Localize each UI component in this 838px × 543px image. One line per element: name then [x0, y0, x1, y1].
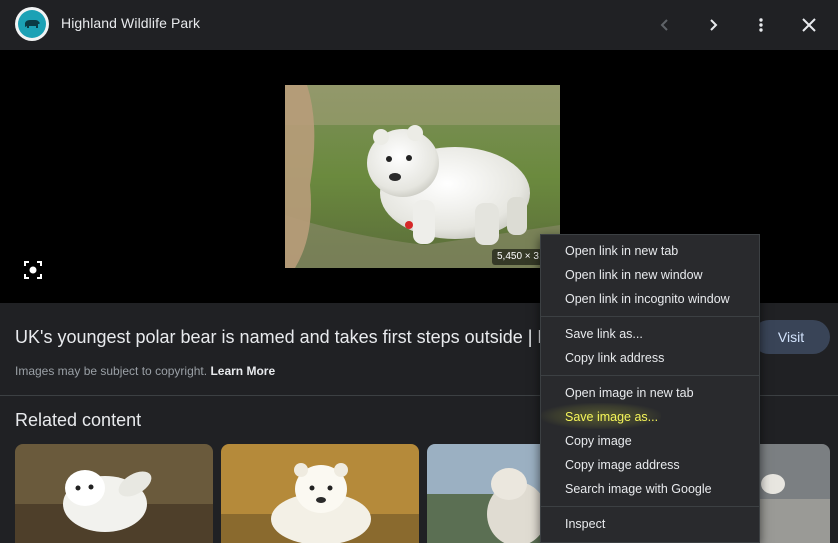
bear-icon	[25, 20, 40, 28]
chevron-left-icon	[660, 19, 668, 31]
polar-bear-cub-thumbnail	[15, 444, 213, 543]
menu-group-link-open: Open link in new tab Open link in new wi…	[541, 239, 759, 311]
related-content-heading: Related content	[15, 410, 142, 430]
google-lens-icon	[24, 261, 42, 279]
learn-more-link[interactable]: Learn More	[210, 364, 275, 378]
more-options-button[interactable]	[745, 9, 777, 41]
related-thumbnail[interactable]	[221, 444, 419, 543]
menu-item-open-link-incognito[interactable]: Open link in incognito window	[541, 287, 759, 311]
menu-separator	[541, 316, 759, 317]
more-vert-icon	[759, 18, 763, 32]
visit-button[interactable]: Visit	[752, 320, 830, 354]
menu-item-search-image-google[interactable]: Search image with Google	[541, 477, 759, 501]
related-thumbnail[interactable]	[15, 444, 213, 543]
menu-item-save-image-as[interactable]: Save image as...	[541, 405, 759, 429]
polar-bear-cub-photo	[285, 85, 560, 268]
menu-separator	[541, 506, 759, 507]
image-dimensions-badge: 5,450 × 3,	[492, 249, 547, 265]
copyright-notice: Images may be subject to copyright. Lear…	[15, 364, 275, 378]
main-image[interactable]	[285, 85, 560, 268]
close-icon	[802, 18, 816, 32]
menu-item-open-link-new-window[interactable]: Open link in new window	[541, 263, 759, 287]
header-bar: Highland Wildlife Park	[0, 0, 838, 50]
close-button[interactable]	[793, 9, 825, 41]
polar-bear-cub-thumbnail	[221, 444, 419, 543]
image-title[interactable]: UK's youngest polar bear is named and ta…	[15, 327, 545, 348]
menu-item-inspect[interactable]: Inspect	[541, 512, 759, 536]
menu-separator	[541, 375, 759, 376]
copyright-text: Images may be subject to copyright.	[15, 364, 208, 378]
previous-button[interactable]	[649, 9, 681, 41]
site-logo[interactable]	[15, 7, 49, 41]
menu-group-link-save: Save link as... Copy link address	[541, 322, 759, 370]
menu-item-save-link-as[interactable]: Save link as...	[541, 322, 759, 346]
google-lens-button[interactable]	[19, 256, 47, 284]
menu-item-copy-link-address[interactable]: Copy link address	[541, 346, 759, 370]
menu-item-open-image-new-tab[interactable]: Open image in new tab	[541, 381, 759, 405]
menu-item-copy-image-address[interactable]: Copy image address	[541, 453, 759, 477]
menu-item-copy-image[interactable]: Copy image	[541, 429, 759, 453]
context-menu: Open link in new tab Open link in new wi…	[540, 234, 760, 543]
menu-group-image: Open image in new tab Save image as... C…	[541, 381, 759, 501]
site-name[interactable]: Highland Wildlife Park	[61, 15, 200, 31]
menu-item-open-link-new-tab[interactable]: Open link in new tab	[541, 239, 759, 263]
next-button[interactable]	[697, 9, 729, 41]
chevron-right-icon	[710, 19, 718, 31]
menu-group-devtools: Inspect	[541, 512, 759, 536]
logo-badge	[18, 10, 46, 38]
